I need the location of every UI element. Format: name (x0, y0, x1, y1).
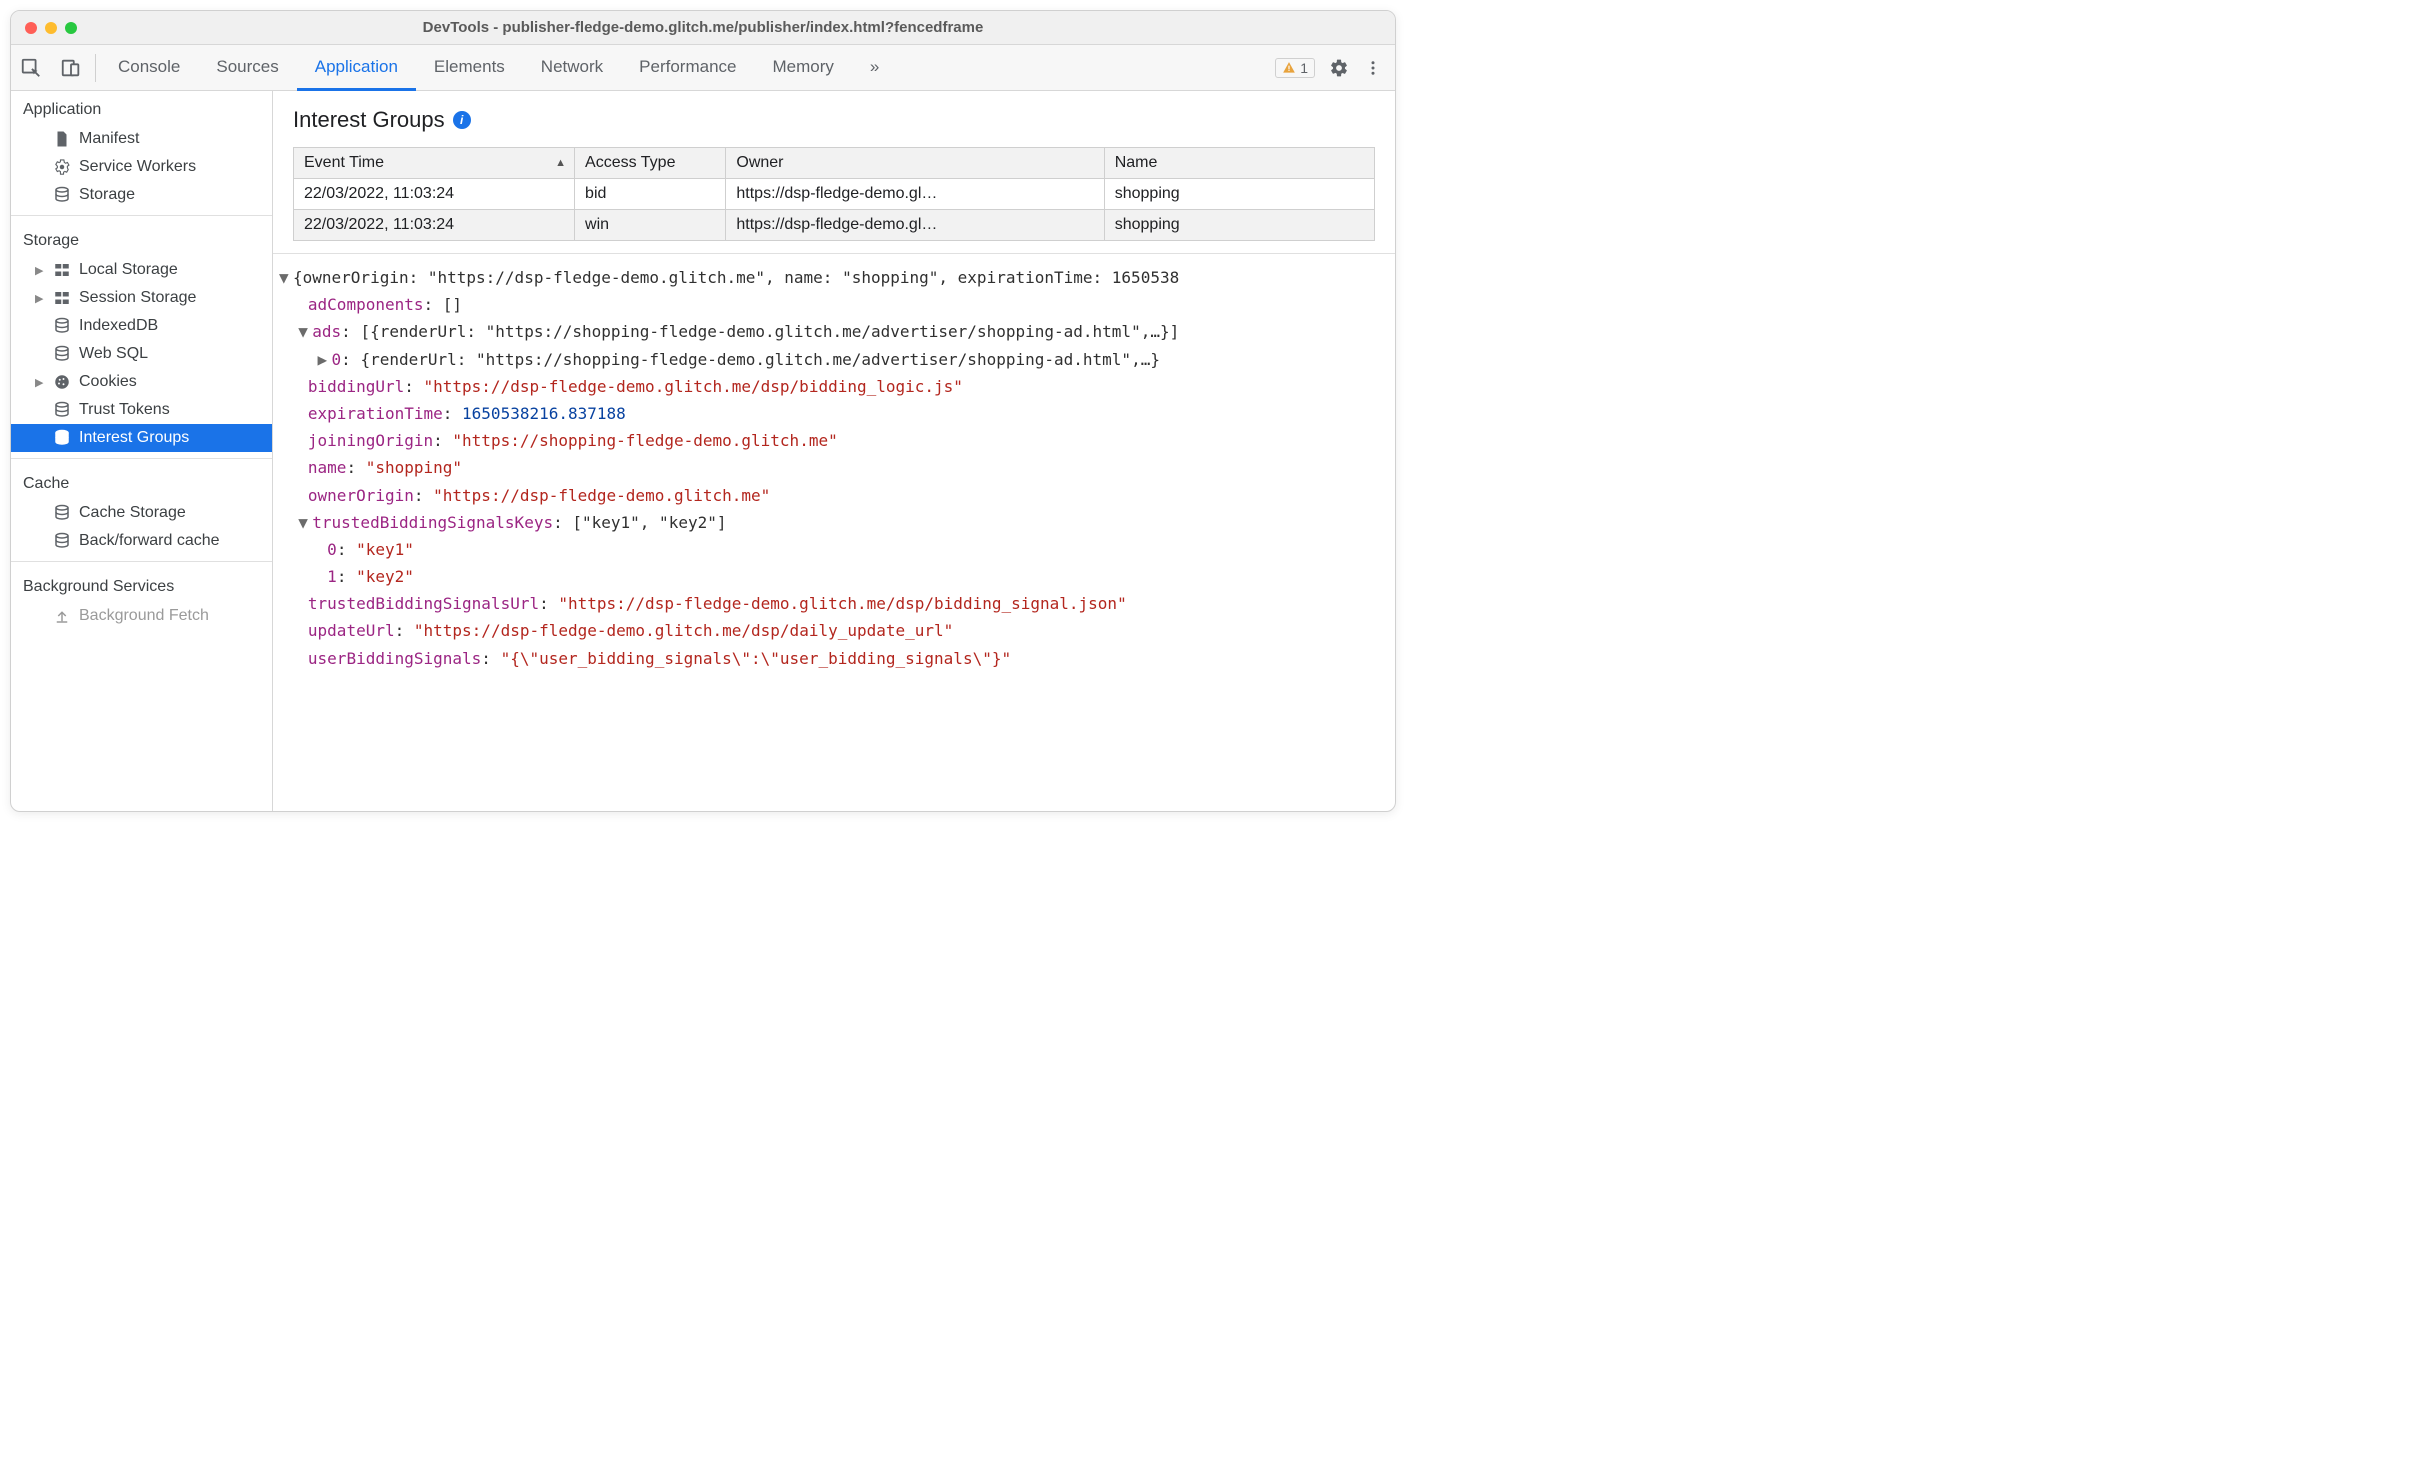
cell-time: 22/03/2022, 11:03:24 (294, 210, 575, 241)
grid-icon (53, 261, 71, 279)
toggle-caret-icon[interactable]: ▼ (298, 509, 312, 536)
col-access-type[interactable]: Access Type (575, 148, 726, 179)
info-icon[interactable]: i (453, 111, 471, 129)
cell-name: shopping (1104, 210, 1374, 241)
issues-count: 1 (1300, 60, 1308, 76)
panel-title: Interest Groups (293, 107, 445, 133)
sidebar-item-bfcache[interactable]: Back/forward cache (11, 527, 272, 555)
sidebar-item-label: Background Fetch (79, 607, 209, 625)
sidebar-item-label: Service Workers (79, 158, 196, 176)
sidebar-item-label: Manifest (79, 130, 139, 148)
sidebar-item-background-fetch[interactable]: Background Fetch (11, 602, 272, 630)
tab-overflow[interactable]: » (852, 45, 897, 91)
tab-console[interactable]: Console (100, 45, 198, 91)
sidebar-item-session-storage[interactable]: ▶ Session Storage (11, 284, 272, 312)
sidebar-item-trust-tokens[interactable]: Trust Tokens (11, 396, 272, 424)
tab-memory[interactable]: Memory (754, 45, 851, 91)
sidebar-item-label: Session Storage (79, 289, 196, 307)
sort-asc-icon: ▲ (555, 157, 566, 169)
cell-time: 22/03/2022, 11:03:24 (294, 179, 575, 210)
col-owner[interactable]: Owner (726, 148, 1104, 179)
sidebar-item-label: Storage (79, 186, 135, 204)
device-toolbar-icon[interactable] (51, 45, 91, 91)
database-icon (53, 429, 71, 447)
group-application: Application (11, 91, 272, 125)
sidebar-item-indexeddb[interactable]: IndexedDB (11, 312, 272, 340)
sidebar-item-label: Web SQL (79, 345, 148, 363)
settings-icon[interactable] (1325, 45, 1353, 91)
group-bg-services: Background Services (11, 568, 272, 602)
traffic-lights (11, 22, 77, 34)
caret-right-icon[interactable]: ▶ (35, 264, 45, 277)
sidebar-item-label: Interest Groups (79, 429, 189, 447)
maximize-window[interactable] (65, 22, 77, 34)
table-header-row: Event Time▲ Access Type Owner Name (294, 148, 1375, 179)
sidebar-item-label: Cache Storage (79, 504, 186, 522)
sidebar-item-interest-groups[interactable]: Interest Groups (11, 424, 272, 452)
panel-header: Interest Groups i (273, 91, 1395, 147)
toggle-caret-icon[interactable]: ▼ (279, 264, 293, 291)
tab-elements[interactable]: Elements (416, 45, 523, 91)
issues-badge[interactable]: 1 (1275, 58, 1315, 78)
tab-performance[interactable]: Performance (621, 45, 754, 91)
main-area: Application Manifest Service Workers Sto… (11, 91, 1395, 811)
toggle-caret-icon[interactable]: ▼ (298, 318, 312, 345)
database-icon (53, 504, 71, 522)
sidebar-item-websql[interactable]: Web SQL (11, 340, 272, 368)
cookie-icon (53, 373, 71, 391)
database-icon (53, 345, 71, 363)
toolbar-divider (95, 54, 96, 82)
sidebar-item-label: Trust Tokens (79, 401, 170, 419)
sidebar-item-cookies[interactable]: ▶ Cookies (11, 368, 272, 396)
sidebar-item-local-storage[interactable]: ▶ Local Storage (11, 256, 272, 284)
file-icon (53, 130, 71, 148)
kebab-menu-icon[interactable] (1363, 45, 1383, 91)
cell-type: win (575, 210, 726, 241)
inspect-element-icon[interactable] (11, 45, 51, 91)
col-name[interactable]: Name (1104, 148, 1374, 179)
sidebar-item-label: Back/forward cache (79, 532, 220, 550)
minimize-window[interactable] (45, 22, 57, 34)
tab-network[interactable]: Network (523, 45, 621, 91)
close-window[interactable] (25, 22, 37, 34)
table-row[interactable]: 22/03/2022, 11:03:24 bid https://dsp-fle… (294, 179, 1375, 210)
database-icon (53, 317, 71, 335)
group-cache: Cache (11, 465, 272, 499)
caret-right-icon[interactable]: ▶ (35, 292, 45, 305)
database-icon (53, 401, 71, 419)
sidebar-item-manifest[interactable]: Manifest (11, 125, 272, 153)
toolbar: Console Sources Application Elements Net… (11, 45, 1395, 91)
sidebar-item-label: Local Storage (79, 261, 178, 279)
sidebar-item-label: IndexedDB (79, 317, 158, 335)
sidebar-item-service-workers[interactable]: Service Workers (11, 153, 272, 181)
sidebar-item-label: Cookies (79, 373, 137, 391)
table-row[interactable]: 22/03/2022, 11:03:24 win https://dsp-fle… (294, 210, 1375, 241)
titlebar: DevTools - publisher-fledge-demo.glitch.… (11, 11, 1395, 45)
database-icon (53, 186, 71, 204)
sidebar-item-storage-root[interactable]: Storage (11, 181, 272, 209)
cell-type: bid (575, 179, 726, 210)
gear-icon (53, 158, 71, 176)
tab-application[interactable]: Application (297, 45, 416, 91)
grid-icon (53, 289, 71, 307)
devtools-window: DevTools - publisher-fledge-demo.glitch.… (10, 10, 1396, 812)
caret-right-icon[interactable]: ▶ (35, 376, 45, 389)
cell-name: shopping (1104, 179, 1374, 210)
upload-icon (53, 607, 71, 625)
toggle-caret-icon[interactable]: ▶ (318, 346, 332, 373)
panel-content: Interest Groups i Event Time▲ Access Typ… (273, 91, 1395, 811)
object-viewer[interactable]: ▼{ownerOrigin: "https://dsp-fledge-demo.… (273, 253, 1395, 811)
tab-sources[interactable]: Sources (198, 45, 296, 91)
group-storage: Storage (11, 222, 272, 256)
col-event-time[interactable]: Event Time▲ (294, 148, 575, 179)
events-table: Event Time▲ Access Type Owner Name 22/03… (293, 147, 1375, 241)
database-icon (53, 532, 71, 550)
window-title: DevTools - publisher-fledge-demo.glitch.… (11, 19, 1395, 36)
cell-owner: https://dsp-fledge-demo.gl… (726, 210, 1104, 241)
sidebar: Application Manifest Service Workers Sto… (11, 91, 273, 811)
cell-owner: https://dsp-fledge-demo.gl… (726, 179, 1104, 210)
sidebar-item-cache-storage[interactable]: Cache Storage (11, 499, 272, 527)
tab-strip: Console Sources Application Elements Net… (100, 45, 897, 90)
